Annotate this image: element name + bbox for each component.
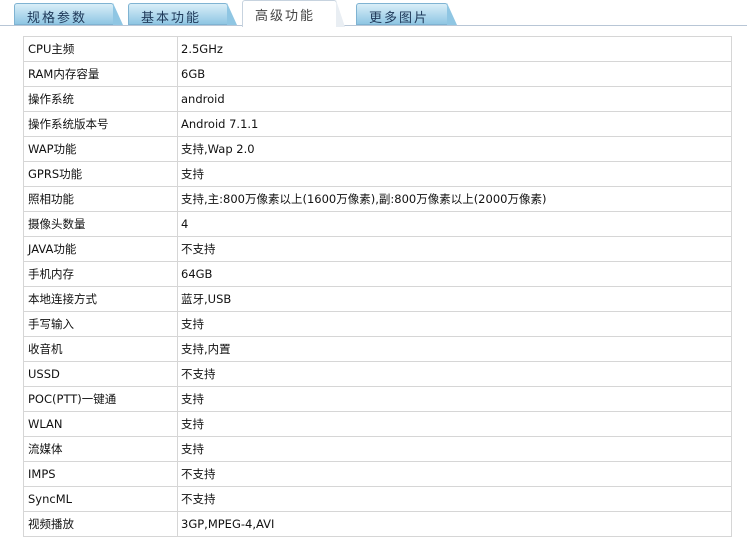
spec-label: USSD (24, 362, 178, 386)
table-row: IMPS 不支持 (24, 462, 731, 487)
tab-more-pictures[interactable]: 更多图片 (356, 3, 457, 26)
spec-table: CPU主频 2.5GHz RAM内存容量 6GB 操作系统 android 操作… (23, 36, 732, 537)
spec-label: 流媒体 (24, 437, 178, 461)
table-row: JAVA功能 不支持 (24, 237, 731, 262)
tab-label: 规格参数 (27, 11, 88, 26)
spec-value: 3GP,MPEG-4,AVI (181, 517, 275, 531)
spec-value: 支持 (181, 442, 204, 456)
spec-value: 支持,主:800万像素以上(1600万像素),副:800万像素以上(2000万像… (181, 192, 547, 206)
spec-label: 本地连接方式 (24, 287, 178, 311)
spec-label: 手写输入 (24, 312, 178, 336)
spec-value: 4 (181, 217, 189, 231)
table-row: USSD 不支持 (24, 362, 731, 387)
table-row: CPU主频 2.5GHz (24, 37, 731, 62)
table-row: WAP功能 支持,Wap 2.0 (24, 137, 731, 162)
page: 规格参数 基本功能 高级功能 更多图片 CPU主频 2.5GHz RAM内存容量… (0, 0, 747, 540)
spec-label: 手机内存 (24, 262, 178, 286)
spec-label: IMPS (24, 462, 178, 486)
table-row: 流媒体 支持 (24, 437, 731, 462)
tab-spec-params[interactable]: 规格参数 (14, 3, 123, 26)
spec-value: 不支持 (181, 467, 216, 481)
tab-label: 更多图片 (369, 11, 430, 26)
table-row: RAM内存容量 6GB (24, 62, 731, 87)
spec-label: 视频播放 (24, 512, 178, 536)
spec-value: Android 7.1.1 (181, 117, 259, 131)
spec-label: WAP功能 (24, 137, 178, 161)
spec-label: 操作系统 (24, 87, 178, 111)
table-row: 收音机 支持,内置 (24, 337, 731, 362)
table-row: 操作系统版本号 Android 7.1.1 (24, 112, 731, 137)
table-row: 手写输入 支持 (24, 312, 731, 337)
tab-bar: 规格参数 基本功能 高级功能 更多图片 (0, 0, 747, 27)
table-row: 操作系统 android (24, 87, 731, 112)
table-row: 视频播放 3GP,MPEG-4,AVI (24, 512, 731, 537)
spec-label: CPU主频 (24, 37, 178, 61)
tab-advanced-functions[interactable]: 高级功能 (242, 0, 345, 27)
table-row: 本地连接方式 蓝牙,USB (24, 287, 731, 312)
spec-value: 支持,Wap 2.0 (181, 142, 255, 156)
spec-label: 摄像头数量 (24, 212, 178, 236)
spec-value: 不支持 (181, 492, 216, 506)
tab-label: 高级功能 (255, 9, 316, 24)
spec-value: 支持 (181, 167, 204, 181)
spec-value: 支持,内置 (181, 342, 231, 356)
spec-label: GPRS功能 (24, 162, 178, 186)
spec-value: android (181, 92, 225, 106)
spec-value: 64GB (181, 267, 213, 281)
table-row: 手机内存 64GB (24, 262, 731, 287)
spec-value: 支持 (181, 417, 204, 431)
spec-label: SyncML (24, 487, 178, 511)
spec-label: 收音机 (24, 337, 178, 361)
spec-label: RAM内存容量 (24, 62, 178, 86)
table-row: POC(PTT)一键通 支持 (24, 387, 731, 412)
spec-value: 蓝牙,USB (181, 292, 232, 306)
spec-label: WLAN (24, 412, 178, 436)
table-row: 摄像头数量 4 (24, 212, 731, 237)
spec-label: 操作系统版本号 (24, 112, 178, 136)
spec-label: POC(PTT)一键通 (24, 387, 178, 411)
table-row: SyncML 不支持 (24, 487, 731, 512)
spec-value: 6GB (181, 67, 206, 81)
table-row: GPRS功能 支持 (24, 162, 731, 187)
spec-value: 不支持 (181, 367, 216, 381)
spec-value: 支持 (181, 317, 204, 331)
table-row: WLAN 支持 (24, 412, 731, 437)
spec-value: 支持 (181, 392, 204, 406)
spec-value: 2.5GHz (181, 42, 223, 56)
spec-value: 不支持 (181, 242, 216, 256)
tab-label: 基本功能 (141, 11, 202, 26)
tab-basic-functions[interactable]: 基本功能 (128, 3, 237, 26)
table-row: 照相功能 支持,主:800万像素以上(1600万像素),副:800万像素以上(2… (24, 187, 731, 212)
spec-label: JAVA功能 (24, 237, 178, 261)
spec-label: 照相功能 (24, 187, 178, 211)
